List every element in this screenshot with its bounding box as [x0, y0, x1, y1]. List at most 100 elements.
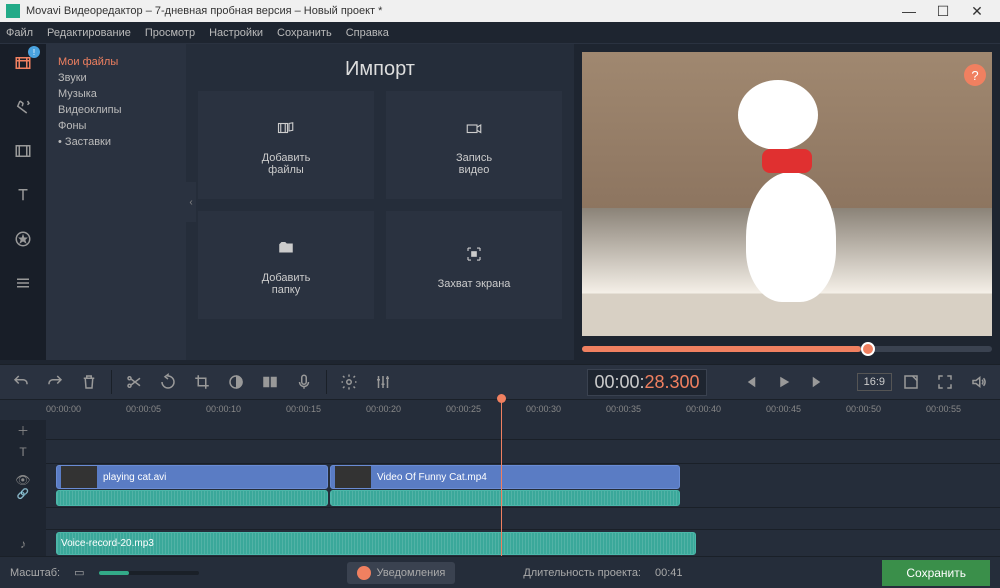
aspect-ratio[interactable]: 16:9 — [857, 373, 892, 391]
rotate-button[interactable] — [153, 368, 183, 396]
crop-button[interactable] — [187, 368, 217, 396]
sidebar-titles[interactable] — [8, 180, 38, 210]
clip-video1[interactable]: playing cat.avi — [56, 465, 328, 489]
sidebar-transitions[interactable] — [8, 136, 38, 166]
menu-settings[interactable]: Настройки — [209, 27, 263, 39]
tile-label: Захват экрана — [438, 278, 511, 290]
main-area: ! Мои файлы Звуки Музыка Видеоклипы Фоны… — [0, 44, 1000, 360]
collapse-categories[interactable]: ‹ — [186, 182, 196, 222]
sidebar-import[interactable]: ! — [8, 48, 38, 78]
notifications-label: Уведомления — [377, 567, 446, 579]
help-button[interactable]: ? — [964, 64, 986, 86]
sidebar-filters[interactable] — [8, 92, 38, 122]
unpin-preview-button[interactable] — [896, 368, 926, 396]
menu-file[interactable]: Файл — [6, 27, 33, 39]
sidebar-more[interactable] — [8, 268, 38, 298]
redo-button[interactable] — [40, 368, 70, 396]
tile-add-folder[interactable]: Добавить папку — [198, 211, 374, 319]
seekbar[interactable] — [582, 346, 992, 352]
tile-add-files[interactable]: Добавить файлы — [198, 91, 374, 199]
close-button[interactable]: ✕ — [960, 3, 994, 20]
sidebar-stickers[interactable] — [8, 224, 38, 254]
category-music[interactable]: Музыка — [58, 86, 174, 102]
sidebar: ! — [0, 44, 46, 360]
transition-wizard-button[interactable] — [255, 368, 285, 396]
record-audio-button[interactable] — [289, 368, 319, 396]
tile-label: Добавить файлы — [262, 152, 311, 176]
clip-linked-audio2[interactable] — [330, 490, 680, 506]
seekbar-fill — [582, 346, 861, 352]
window-title: Movavi Видеоредактор – 7-дневная пробная… — [26, 5, 892, 17]
split-button[interactable] — [119, 368, 149, 396]
preview-panel: ? — [574, 44, 1000, 360]
delete-button[interactable] — [74, 368, 104, 396]
video-frame — [582, 52, 992, 336]
timecode[interactable]: 00:00:28.300 — [587, 369, 706, 396]
zoom-slider[interactable] — [99, 571, 199, 575]
app-icon — [6, 4, 20, 18]
play-button[interactable] — [769, 368, 799, 396]
import-panel: Мои файлы Звуки Музыка Видеоклипы Фоны З… — [46, 44, 574, 360]
category-sounds[interactable]: Звуки — [58, 70, 174, 86]
ruler-tick: 00:00:00 — [46, 404, 81, 414]
ruler-tick: 00:00:55 — [926, 404, 961, 414]
clip-label: playing cat.avi — [103, 472, 166, 483]
tracks: playing cat.avi Video Of Funny Cat.mp4 V… — [0, 420, 1000, 558]
audio-track[interactable]: Voice-record-20.mp3 — [46, 530, 1000, 558]
menu-view[interactable]: Просмотр — [145, 27, 195, 39]
video-track[interactable]: playing cat.avi Video Of Funny Cat.mp4 — [46, 464, 1000, 508]
category-intros[interactable]: Заставки — [58, 134, 174, 150]
next-frame-button[interactable] — [803, 368, 833, 396]
import-categories: Мои файлы Звуки Музыка Видеоклипы Фоны З… — [46, 44, 186, 360]
color-button[interactable] — [221, 368, 251, 396]
timeline: 00:00:00 00:00:05 00:00:10 00:00:15 00:0… — [0, 400, 1000, 560]
statusbar: Масштаб: ▭ Уведомления Длительность прое… — [0, 556, 1000, 588]
ruler[interactable]: 00:00:00 00:00:05 00:00:10 00:00:15 00:0… — [0, 400, 1000, 420]
ruler-tick: 00:00:40 — [686, 404, 721, 414]
tile-screen-capture[interactable]: Захват экрана — [386, 211, 562, 319]
minimize-button[interactable]: — — [892, 3, 926, 19]
menu-edit[interactable]: Редактирование — [47, 27, 131, 39]
menubar: Файл Редактирование Просмотр Настройки С… — [0, 22, 1000, 44]
clip-properties-button[interactable] — [334, 368, 364, 396]
ruler-tick: 00:00:15 — [286, 404, 321, 414]
ruler-tick: 00:00:30 — [526, 404, 561, 414]
titlebar: Movavi Видеоредактор – 7-дневная пробная… — [0, 0, 1000, 22]
badge-icon: ! — [28, 46, 40, 58]
import-title: Импорт — [186, 44, 574, 91]
volume-button[interactable] — [964, 368, 994, 396]
category-videoclips[interactable]: Видеоклипы — [58, 102, 174, 118]
zoom-label: Масштаб: — [10, 567, 60, 579]
save-button[interactable]: Сохранить — [882, 560, 990, 586]
menu-help[interactable]: Справка — [346, 27, 389, 39]
seekbar-thumb[interactable] — [861, 342, 875, 356]
fullscreen-button[interactable] — [930, 368, 960, 396]
bell-icon — [357, 566, 371, 580]
clip-video2[interactable]: Video Of Funny Cat.mp4 — [330, 465, 680, 489]
ruler-tick: 00:00:50 — [846, 404, 881, 414]
preview-video[interactable] — [582, 52, 992, 336]
playhead[interactable] — [501, 400, 502, 560]
ruler-tick: 00:00:35 — [606, 404, 641, 414]
clip-linked-audio1[interactable] — [56, 490, 328, 506]
clip-thumb — [61, 466, 97, 488]
notifications-button[interactable]: Уведомления — [347, 562, 456, 584]
title-track[interactable] — [46, 440, 1000, 464]
camera-icon — [457, 114, 491, 142]
category-my-files[interactable]: Мои файлы — [58, 54, 174, 70]
tile-label: Добавить папку — [262, 272, 311, 296]
maximize-button[interactable]: ☐ — [926, 3, 960, 20]
ruler-tick: 00:00:45 — [766, 404, 801, 414]
tile-record-video[interactable]: Запись видео — [386, 91, 562, 199]
import-tiles: Добавить файлы Запись видео Добавить пап… — [186, 91, 574, 331]
undo-button[interactable] — [6, 368, 36, 396]
tile-label: Запись видео — [456, 152, 492, 176]
fit-zoom-icon[interactable]: ▭ — [74, 566, 84, 579]
clip-audio1[interactable]: Voice-record-20.mp3 — [56, 532, 696, 555]
prev-frame-button[interactable] — [735, 368, 765, 396]
ruler-tick: 00:00:10 — [206, 404, 241, 414]
category-backgrounds[interactable]: Фоны — [58, 118, 174, 134]
menu-save[interactable]: Сохранить — [277, 27, 332, 39]
duration-value: 00:41 — [655, 567, 683, 579]
adjustments-button[interactable] — [368, 368, 398, 396]
